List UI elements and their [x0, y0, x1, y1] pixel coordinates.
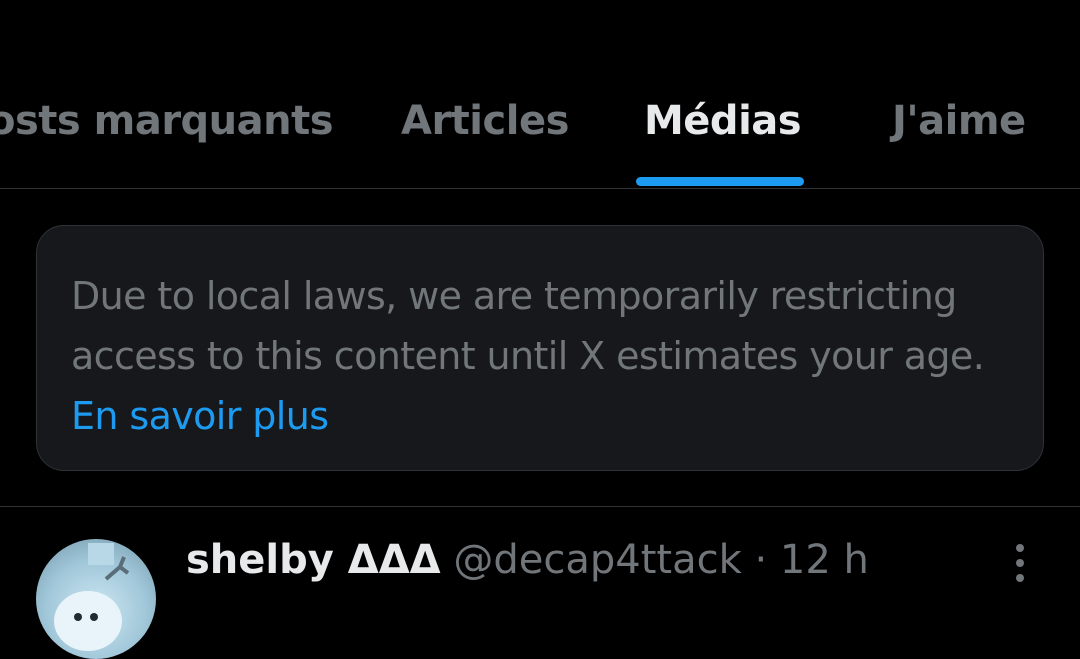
tab-medias[interactable]: Médias [644, 96, 802, 146]
post-timestamp[interactable]: 12 h [780, 537, 869, 583]
avatar-image-icon [54, 543, 130, 651]
avatar[interactable] [36, 539, 156, 659]
user-handle[interactable]: @decap4ttack [453, 537, 741, 583]
more-vertical-icon[interactable] [1004, 543, 1036, 583]
display-name[interactable]: shelby ΔΔΔ [186, 537, 441, 583]
learn-more-link[interactable]: En savoir plus [71, 394, 329, 438]
post-header: shelby ΔΔΔ @decap4ttack · 12 h [186, 535, 869, 585]
tab-posts-marquants[interactable]: osts marquants [0, 96, 334, 146]
active-tab-indicator [636, 177, 804, 186]
age-restriction-notice: Due to local laws, we are temporarily re… [36, 225, 1044, 471]
tab-jaime[interactable]: J'aime [892, 96, 1026, 146]
notice-text: Due to local laws, we are temporarily re… [71, 274, 985, 378]
tab-articles[interactable]: Articles [401, 96, 569, 146]
separator-dot: · [754, 537, 768, 583]
profile-tabs: osts marquants Articles Médias J'aime [0, 0, 1080, 189]
post-item[interactable]: shelby ΔΔΔ @decap4ttack · 12 h [0, 507, 1080, 659]
